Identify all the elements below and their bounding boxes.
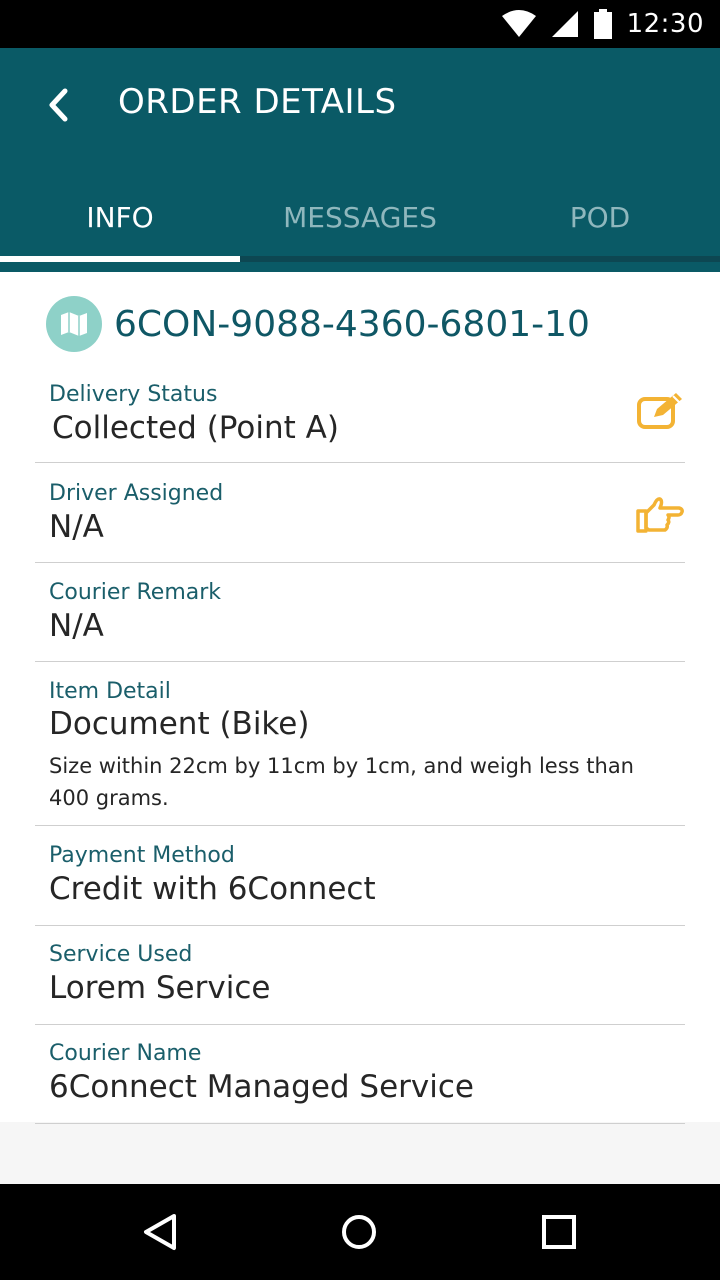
field-label: Delivery Status (49, 382, 218, 407)
active-tab-indicator (0, 256, 240, 262)
courier-remark-field: Courier Remark N/A (35, 563, 685, 662)
nav-back-button[interactable] (136, 1208, 184, 1256)
driver-assigned-field: Driver Assigned N/A (35, 463, 685, 563)
field-label: Driver Assigned (49, 481, 224, 506)
square-recents-icon (542, 1215, 576, 1249)
delivery-status-field: Delivery Status Collected (Point A) (35, 372, 685, 463)
battery-icon (593, 9, 612, 39)
tab-pod[interactable]: POD (480, 176, 720, 258)
field-value: Lorem Service (49, 970, 271, 1006)
payment-method-field: Payment Method Credit with 6Connect (35, 826, 685, 926)
status-time: 12:30 (626, 9, 704, 39)
item-detail-field: Item Detail Document (Bike) Size within … (35, 662, 685, 826)
field-label: Item Detail (49, 679, 171, 704)
courier-name-field: Courier Name 6Connect Managed Service (35, 1025, 685, 1124)
service-used-field: Service Used Lorem Service (35, 926, 685, 1025)
map-icon (46, 296, 102, 352)
chevron-left-icon (49, 88, 68, 122)
assign-driver-button[interactable] (635, 489, 685, 539)
cell-signal-icon (551, 11, 578, 37)
field-value: N/A (49, 608, 104, 644)
field-value: Collected (Point A) (52, 410, 339, 446)
tab-messages[interactable]: MESSAGES (240, 176, 480, 258)
tab-bar: INFO MESSAGES POD (0, 176, 720, 258)
field-label: Courier Remark (49, 580, 222, 605)
app-bar: ORDER DETAILS INFO MESSAGES POD (0, 48, 720, 272)
order-id: 6CON-9088-4360-6801-10 (114, 303, 590, 345)
order-header: 6CON-9088-4360-6801-10 (46, 296, 590, 352)
pointing-hand-icon (636, 497, 684, 533)
field-label: Courier Name (49, 1041, 202, 1066)
field-value: Credit with 6Connect (49, 871, 376, 907)
triangle-back-icon (144, 1214, 176, 1250)
field-value: N/A (49, 509, 104, 545)
field-label: Payment Method (49, 843, 235, 868)
status-bar: 12:30 (0, 0, 720, 48)
edit-icon (637, 393, 682, 429)
field-value: Document (Bike) (49, 706, 310, 742)
wifi-icon (501, 10, 536, 37)
circle-home-icon (342, 1215, 376, 1249)
system-nav-bar (0, 1184, 720, 1280)
edit-status-button[interactable] (635, 386, 685, 436)
nav-recents-button[interactable] (535, 1208, 583, 1256)
order-info-panel: 6CON-9088-4360-6801-10 Delivery Status C… (0, 272, 720, 1124)
page-title: ORDER DETAILS (118, 82, 397, 122)
field-value: 6Connect Managed Service (49, 1069, 474, 1105)
tab-track (0, 256, 720, 272)
nav-home-button[interactable] (335, 1208, 383, 1256)
field-label: Service Used (49, 942, 193, 967)
back-button[interactable] (36, 78, 80, 132)
tab-info[interactable]: INFO (0, 176, 240, 258)
item-description: Size within 22cm by 11cm by 1cm, and wei… (49, 754, 634, 810)
